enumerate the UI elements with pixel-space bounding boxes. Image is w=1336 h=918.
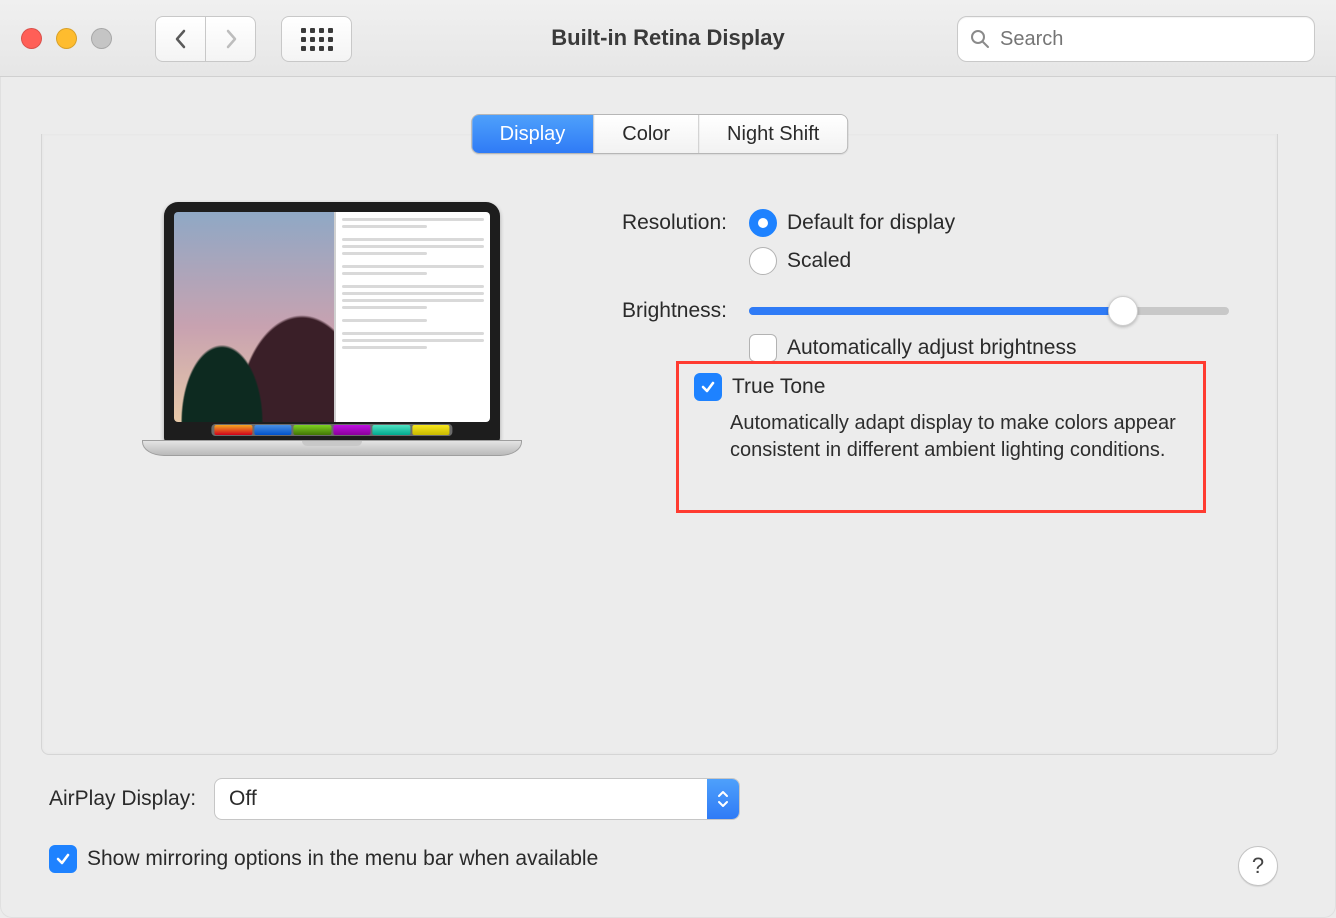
checkbox-icon [749,334,777,362]
checkbox-label: Automatically adjust brightness [787,333,1076,363]
checkbox-icon [49,845,77,873]
checkbox-label: True Tone [732,372,825,402]
tab-color[interactable]: Color [593,115,698,153]
show-all-button[interactable] [281,16,352,62]
display-settings: Resolution: Default for display Scaled B… [582,208,1257,383]
radio-icon [749,209,777,237]
radio-icon [749,247,777,275]
select-stepper-icon [707,779,739,819]
slider-knob[interactable] [1108,296,1138,326]
window-zoom-button[interactable] [91,28,112,49]
airplay-row: AirPlay Display: Off [49,778,740,820]
window-close-button[interactable] [21,28,42,49]
brightness-label: Brightness: [582,296,749,371]
mirroring-checkbox[interactable]: Show mirroring options in the menu bar w… [49,844,598,874]
resolution-scaled-radio[interactable]: Scaled [749,246,1257,276]
true-tone-group: True Tone Automatically adapt display to… [694,372,1194,464]
forward-button[interactable] [206,16,256,62]
preferences-window: Built-in Retina Display Display Color Ni… [0,0,1336,918]
radio-label: Default for display [787,208,955,238]
search-icon [970,29,990,49]
airplay-value: Off [229,787,257,811]
radio-label: Scaled [787,246,851,276]
auto-brightness-checkbox[interactable]: Automatically adjust brightness [749,333,1257,363]
nav-group [155,16,256,62]
checkbox-label: Show mirroring options in the menu bar w… [87,844,598,874]
brightness-slider[interactable] [749,307,1229,315]
airplay-select[interactable]: Off [214,778,740,820]
airplay-label: AirPlay Display: [49,787,196,811]
resolution-default-radio[interactable]: Default for display [749,208,1257,238]
traffic-lights [21,28,112,49]
chevron-right-icon [224,29,238,49]
help-icon: ? [1252,853,1264,879]
display-preview-illustration [142,202,522,456]
slider-fill [749,307,1123,315]
chevron-left-icon [174,29,188,49]
search-input[interactable] [998,27,1302,52]
checkbox-icon [694,373,722,401]
back-button[interactable] [155,16,206,62]
search-field-wrap[interactable] [957,16,1315,62]
tab-display[interactable]: Display [472,115,594,153]
true-tone-checkbox[interactable]: True Tone [694,372,1194,402]
resolution-label: Resolution: [582,208,749,284]
tab-night-shift[interactable]: Night Shift [698,115,847,153]
titlebar: Built-in Retina Display [0,0,1336,77]
true-tone-description: Automatically adapt display to make colo… [730,410,1194,464]
grid-icon [301,28,333,51]
mirroring-row: Show mirroring options in the menu bar w… [49,844,598,882]
window-minimize-button[interactable] [56,28,77,49]
help-button[interactable]: ? [1238,846,1278,886]
tab-segment: Display Color Night Shift [471,114,849,154]
